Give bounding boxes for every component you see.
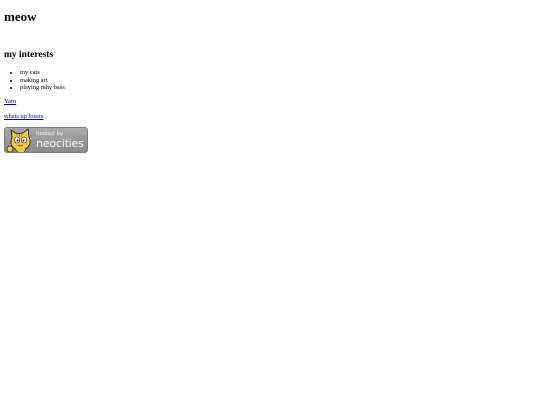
hosted-by-neocities-badge[interactable]: hosted by neocities: [4, 127, 88, 153]
badge-brand-text: neocities: [36, 137, 84, 150]
neocities-cat-icon: [6, 128, 31, 152]
interests-heading: my interests: [4, 50, 54, 60]
list-item: playing mhy bass: [20, 84, 65, 92]
interests-list: my cats making art playing mhy bass: [4, 69, 65, 92]
list-item: my cats: [20, 69, 65, 77]
list-item: making art: [20, 77, 65, 85]
whats-up-losers-link[interactable]: whats up losers: [4, 113, 43, 120]
yarn-link[interactable]: Yarn: [4, 98, 16, 105]
page-title: meow: [4, 9, 37, 24]
